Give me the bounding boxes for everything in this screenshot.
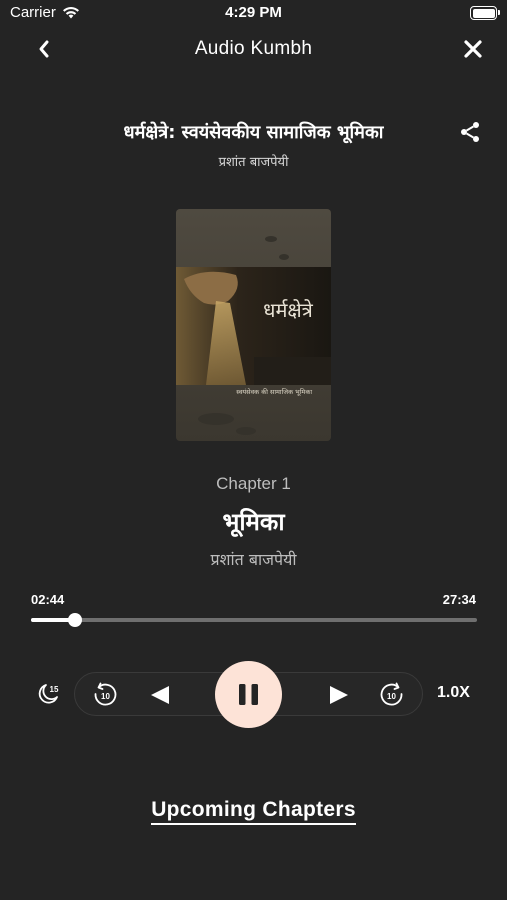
battery-icon [470,6,500,20]
next-icon [330,686,348,704]
share-button[interactable] [458,120,482,144]
current-time: 02:44 [31,592,65,607]
forward-button[interactable]: 10 [378,681,406,709]
cover-subtitle-text: स्वयंसेवक की सामाजिक भूमिका [236,388,312,396]
nav-title: Audio Kumbh [194,38,313,59]
play-pause-button[interactable] [215,661,282,728]
book-cover: धर्मक्षेत्रे स्वयंसेवक की सामाजिक भूमिका [176,209,331,441]
close-icon [464,40,482,58]
cover-title-text: धर्मक्षेत्रे [263,298,314,322]
progress-thumb[interactable] [68,613,83,627]
chapter-number: Chapter 1 [216,474,291,493]
pause-icon [239,684,258,705]
total-time: 27:34 [442,592,476,607]
close-button[interactable] [460,36,486,62]
rewind-label: 10 [101,692,110,701]
book-author: प्रशांत बाजपेयी [218,155,289,170]
sleep-timer-button[interactable]: 15 [34,680,62,708]
chapter-author: प्रशांत बाजपेयी [210,550,297,569]
upcoming-chapters-link[interactable]: Upcoming Chapters [0,798,507,825]
sleep-timer-label: 15 [50,685,59,694]
upcoming-chapters-label: Upcoming Chapters [151,798,356,825]
status-time: 4:29 PM [225,4,282,21]
book-title: धर्मक्षेत्रे: स्वयंसेवकीय सामाजिक भूमिका [123,122,384,143]
previous-button[interactable] [148,684,172,706]
progress-slider[interactable] [31,613,477,627]
playback-speed-button[interactable]: 1.0X [437,684,470,702]
forward-label: 10 [387,692,396,701]
next-button[interactable] [327,684,351,706]
rewind-10-icon: 10 [94,682,117,706]
share-icon [461,122,479,142]
sleep-timer-icon: 15 [38,684,59,704]
forward-10-icon: 10 [380,682,403,706]
book-cover-art: धर्मक्षेत्रे स्वयंसेवक की सामाजिक भूमिका [176,209,331,441]
chapter-title: भूमिका [222,508,285,536]
rewind-button[interactable]: 10 [91,681,119,709]
previous-icon [151,686,169,704]
